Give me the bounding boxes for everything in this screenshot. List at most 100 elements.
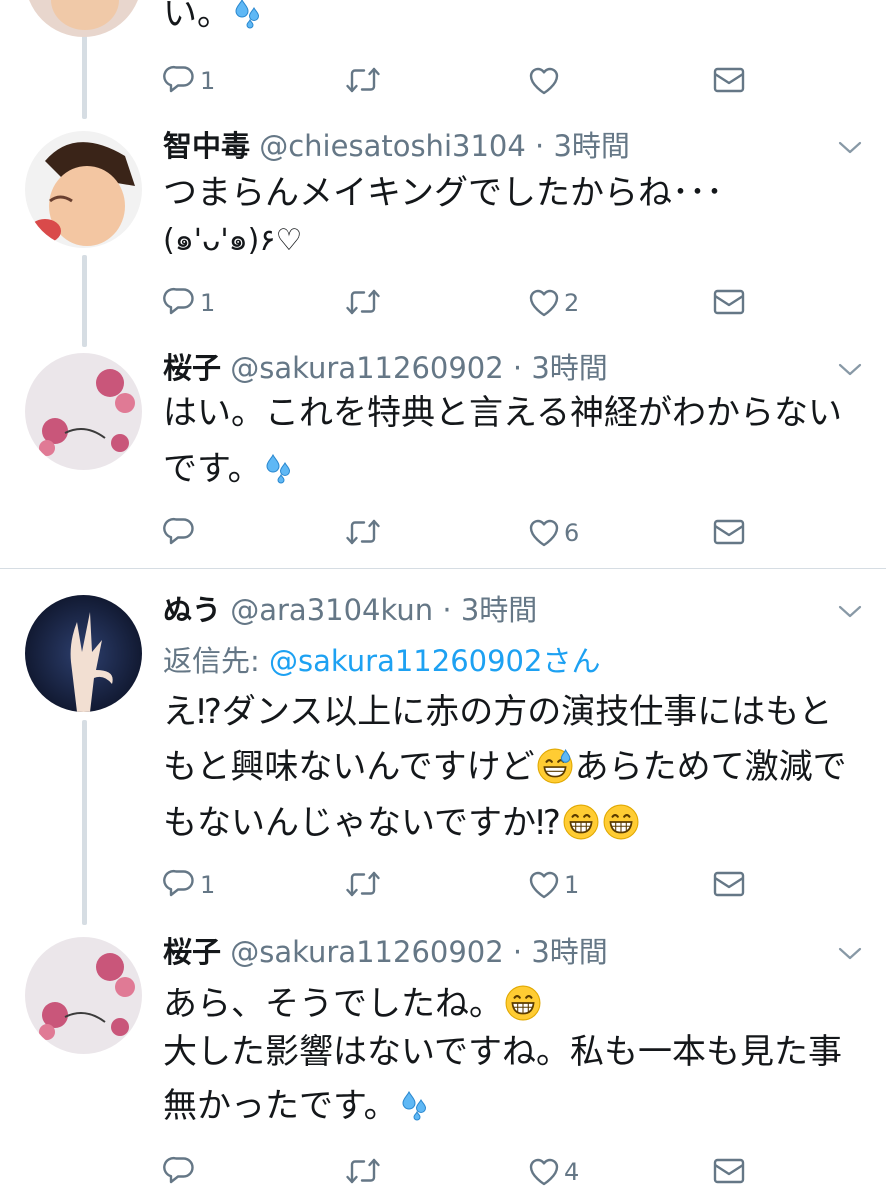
tweet-text-line: 無かったです。 — [163, 1086, 398, 1126]
retweet-icon — [346, 1158, 380, 1184]
tweet-header: 智中毒 @chiesatoshi3104 · 3時間 — [163, 128, 630, 164]
envelope-icon — [713, 67, 745, 93]
like-button[interactable]: 1 — [527, 868, 579, 902]
retweet-icon — [346, 67, 380, 93]
thread-line — [82, 720, 87, 925]
tweet-text-line: あらためて激減で — [574, 747, 847, 787]
like-button[interactable] — [527, 64, 561, 98]
heart-icon — [529, 289, 559, 317]
tweet-text: もと興味ないんですけど あらためて激減で — [163, 739, 847, 795]
display-name[interactable]: ぬう — [163, 593, 221, 627]
tweet-text-line: (๑'ᴗ'๑)۶♡ — [163, 223, 303, 258]
tweet-text: い。 — [163, 0, 269, 42]
retweet-button[interactable] — [345, 868, 381, 902]
reply-count: 1 — [200, 871, 216, 899]
retweet-button[interactable] — [345, 64, 381, 98]
grinning-face-with-sweat-emoji — [536, 748, 573, 784]
like-button[interactable]: 4 — [527, 1155, 579, 1189]
grinning-face-emoji — [602, 804, 639, 840]
display-name[interactable]: 桜子 — [163, 351, 221, 385]
reply-icon — [163, 287, 194, 315]
retweet-icon — [346, 289, 380, 315]
separator: · — [503, 935, 532, 969]
display-name[interactable]: 桜子 — [163, 935, 221, 969]
timestamp[interactable]: 3時間 — [461, 593, 537, 627]
tweet-text-line: 大した影響はないですね。私も一本も見た事 — [163, 1032, 842, 1072]
tweet-text-line: もないんじゃないですか⁉ — [163, 803, 561, 843]
heart-icon — [529, 1158, 559, 1186]
reply-count: 1 — [200, 289, 216, 317]
user-handle[interactable]: @sakura11260902 — [230, 935, 503, 969]
dm-button[interactable] — [712, 516, 746, 550]
avatar[interactable] — [25, 937, 142, 1054]
dm-button[interactable] — [712, 64, 746, 98]
tweet-header: 桜子 @sakura11260902 · 3時間 — [163, 934, 608, 970]
tweet-header: ぬう @ara3104kun · 3時間 — [163, 592, 537, 628]
retweet-button[interactable] — [345, 286, 381, 320]
tweet-text-line: い。 — [163, 0, 231, 34]
user-handle[interactable]: @chiesatoshi3104 — [259, 129, 526, 163]
dm-button[interactable] — [712, 868, 746, 902]
tweet-header: 桜子 @sakura11260902 · 3時間 — [163, 350, 608, 386]
thread-line — [82, 255, 87, 347]
reply-icon — [163, 517, 194, 545]
reply-icon — [163, 65, 194, 93]
like-count: 2 — [564, 289, 580, 317]
separator: · — [433, 593, 461, 627]
sweat-droplets-emoji — [266, 454, 290, 484]
tweet-text-line: はい。これを特典と言える神経がわからない — [163, 393, 842, 433]
separator: · — [503, 351, 532, 385]
chevron-down-icon[interactable] — [838, 141, 862, 155]
timestamp[interactable]: 3時間 — [531, 351, 607, 385]
avatar[interactable] — [25, 595, 142, 712]
retweet-icon — [346, 519, 380, 545]
tweet-text-line: え⁉ダンス以上に赤の方の演技仕事にはもと — [163, 692, 833, 732]
display-name[interactable]: 智中毒 — [163, 129, 250, 163]
retweet-button[interactable] — [345, 1155, 381, 1189]
tweet-text: もないんじゃないですか⁉ — [163, 795, 641, 851]
thread-line — [82, 27, 87, 119]
avatar[interactable] — [25, 131, 142, 248]
reply-button[interactable]: 1 — [163, 64, 215, 98]
sweat-droplets-emoji — [402, 1091, 426, 1121]
conversation-divider — [0, 568, 886, 569]
heart-icon — [529, 67, 559, 95]
user-handle[interactable]: @ara3104kun — [230, 593, 433, 627]
tweet-text: です。 — [163, 441, 300, 497]
chevron-down-icon[interactable] — [838, 605, 862, 619]
envelope-icon — [713, 1158, 745, 1184]
sweat-droplets-emoji — [235, 0, 259, 29]
tweet-text-line: もと興味ないんですけど — [163, 747, 535, 787]
chevron-down-icon[interactable] — [838, 947, 862, 961]
reply-button[interactable]: 1 — [163, 868, 215, 902]
avatar[interactable] — [25, 353, 142, 470]
reply-to-handle[interactable]: @sakura11260902さん — [269, 644, 600, 678]
envelope-icon — [713, 289, 745, 315]
like-button[interactable]: 6 — [527, 516, 579, 550]
retweet-button[interactable] — [345, 516, 381, 550]
like-button[interactable]: 2 — [527, 286, 579, 320]
timestamp[interactable]: 3時間 — [553, 129, 629, 163]
reply-to-label: 返信先: — [163, 644, 269, 678]
chevron-down-icon[interactable] — [838, 363, 862, 377]
separator: · — [525, 129, 554, 163]
grinning-face-emoji — [562, 804, 599, 840]
user-handle[interactable]: @sakura11260902 — [230, 351, 503, 385]
like-count: 1 — [564, 871, 580, 899]
tweet-text-line: あら、そうでしたね。 — [163, 984, 503, 1024]
reply-button[interactable]: 1 — [163, 286, 215, 320]
timestamp[interactable]: 3時間 — [531, 935, 607, 969]
heart-icon — [529, 519, 559, 547]
envelope-icon — [713, 871, 745, 897]
retweet-icon — [346, 871, 380, 897]
dm-button[interactable] — [712, 286, 746, 320]
heart-icon — [529, 871, 559, 899]
grinning-face-emoji — [505, 985, 541, 1021]
like-count: 4 — [564, 1158, 580, 1186]
reply-button[interactable] — [163, 1155, 197, 1189]
avatar[interactable] — [25, 0, 142, 37]
reply-button[interactable] — [163, 516, 197, 550]
dm-button[interactable] — [712, 1155, 746, 1189]
tweet-text: 無かったです。 — [163, 1078, 436, 1134]
like-count: 6 — [564, 519, 580, 547]
